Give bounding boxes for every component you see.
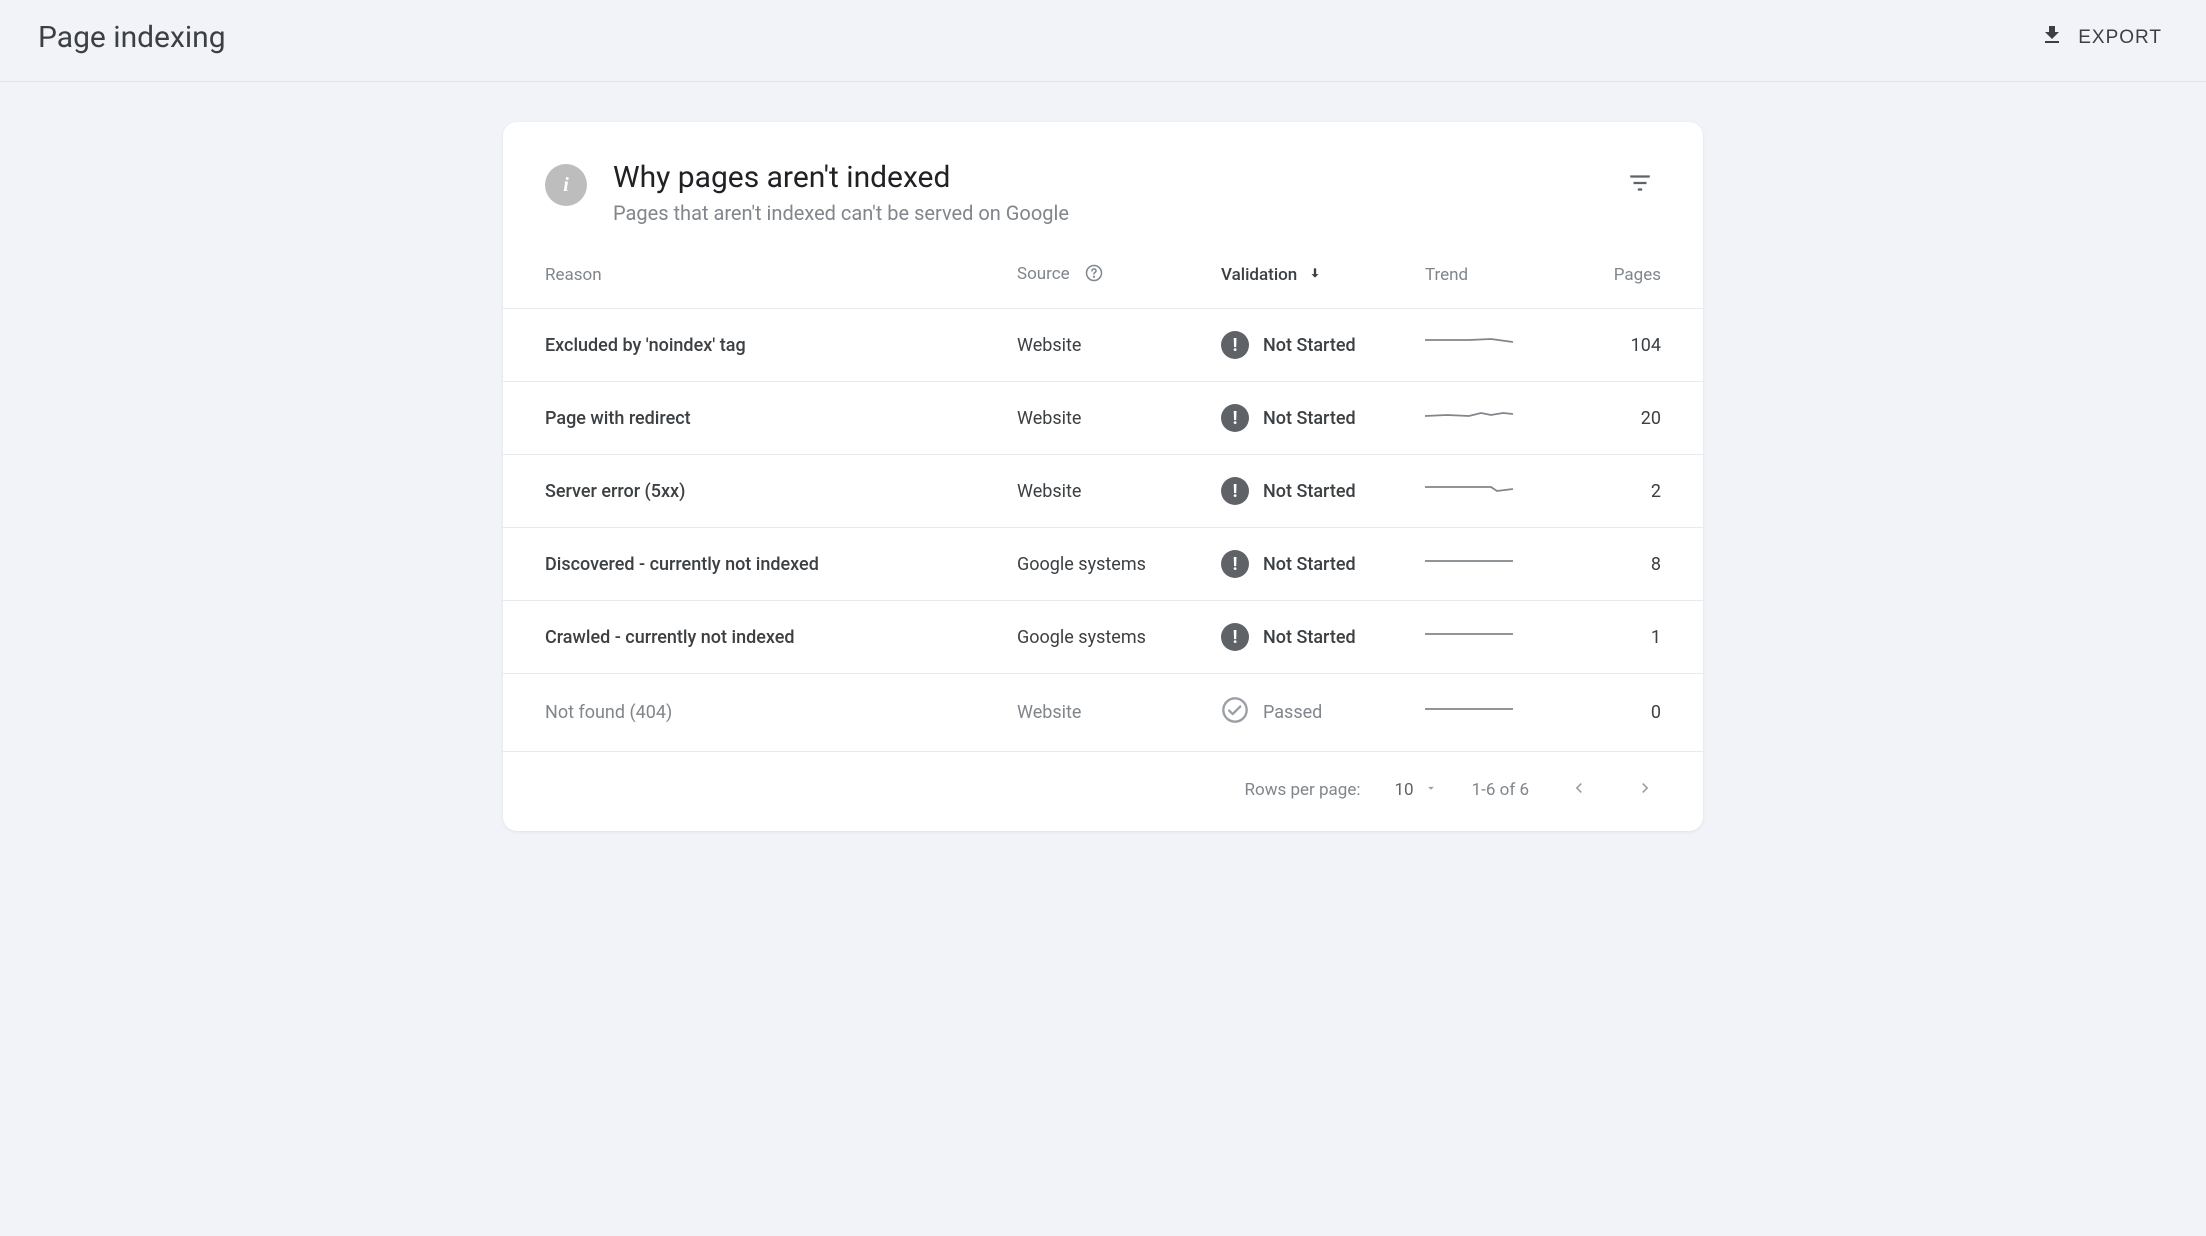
card-subtitle: Pages that aren't indexed can't be serve… [613, 201, 1593, 225]
exclamation-icon: ! [1221, 331, 1249, 359]
exclamation-icon: ! [1221, 623, 1249, 651]
col-pages-header[interactable]: Pages [1559, 243, 1703, 309]
validation-cell: Passed [1211, 674, 1415, 752]
reasons-table: Reason Source Validation Trend [503, 243, 1703, 752]
validation-cell: ! Not Started [1211, 382, 1415, 455]
exclamation-icon: ! [1221, 477, 1249, 505]
trend-cell [1415, 309, 1559, 382]
sparkline-icon [1425, 406, 1513, 426]
arrow-down-icon [1308, 265, 1322, 285]
download-icon [2040, 23, 2064, 53]
card-title: Why pages aren't indexed [613, 160, 1593, 195]
trend-cell [1415, 674, 1559, 752]
source-cell: Website [1007, 382, 1211, 455]
indexing-card: i Why pages aren't indexed Pages that ar… [503, 122, 1703, 831]
source-cell: Website [1007, 309, 1211, 382]
validation-status: Not Started [1263, 627, 1356, 648]
pages-cell: 8 [1559, 528, 1703, 601]
validation-status: Passed [1263, 702, 1322, 723]
reason-cell: Not found (404) [503, 674, 1007, 752]
table-row[interactable]: Server error (5xx)Website! Not Started 2 [503, 455, 1703, 528]
source-cell: Google systems [1007, 528, 1211, 601]
pages-cell: 20 [1559, 382, 1703, 455]
pages-cell: 1 [1559, 601, 1703, 674]
col-reason-header[interactable]: Reason [503, 243, 1007, 309]
col-source-header[interactable]: Source [1007, 243, 1211, 309]
filter-icon [1627, 184, 1653, 199]
chevron-right-icon [1635, 786, 1655, 801]
rows-per-page-select[interactable]: 10 [1394, 780, 1437, 800]
pages-cell: 104 [1559, 309, 1703, 382]
sparkline-icon [1425, 700, 1513, 720]
sparkline-icon [1425, 479, 1513, 499]
page-title: Page indexing [38, 20, 226, 55]
validation-status: Not Started [1263, 554, 1356, 575]
export-label: EXPORT [2078, 27, 2162, 49]
exclamation-icon: ! [1221, 404, 1249, 432]
filter-button[interactable] [1619, 162, 1661, 207]
page-header: Page indexing EXPORT [0, 0, 2206, 82]
next-page-button[interactable] [1629, 772, 1661, 807]
table-row[interactable]: Crawled - currently not indexedGoogle sy… [503, 601, 1703, 674]
help-icon [1084, 271, 1104, 286]
validation-status: Not Started [1263, 408, 1356, 429]
chevron-left-icon [1569, 786, 1589, 801]
table-row[interactable]: Discovered - currently not indexedGoogle… [503, 528, 1703, 601]
rows-per-page-label: Rows per page: [1245, 780, 1361, 800]
dropdown-icon [1424, 780, 1438, 800]
col-trend-header[interactable]: Trend [1415, 243, 1559, 309]
table-row[interactable]: Excluded by 'noindex' tagWebsite! Not Sta… [503, 309, 1703, 382]
reason-cell: Server error (5xx) [503, 455, 1007, 528]
trend-cell [1415, 382, 1559, 455]
pages-cell: 2 [1559, 455, 1703, 528]
col-validation-header[interactable]: Validation [1211, 243, 1415, 309]
reason-cell: Crawled - currently not indexed [503, 601, 1007, 674]
rows-per-page-value: 10 [1394, 780, 1413, 800]
export-button[interactable]: EXPORT [2034, 22, 2168, 54]
sparkline-icon [1425, 333, 1513, 353]
source-cell: Google systems [1007, 601, 1211, 674]
checkmark-icon [1221, 696, 1249, 729]
trend-cell [1415, 455, 1559, 528]
validation-status: Not Started [1263, 335, 1356, 356]
exclamation-icon: ! [1221, 550, 1249, 578]
pagination-range: 1-6 of 6 [1472, 780, 1529, 800]
sparkline-icon [1425, 625, 1513, 645]
validation-cell: ! Not Started [1211, 455, 1415, 528]
pages-cell: 0 [1559, 674, 1703, 752]
info-icon: i [545, 164, 587, 206]
source-cell: Website [1007, 674, 1211, 752]
prev-page-button[interactable] [1563, 772, 1595, 807]
validation-cell: ! Not Started [1211, 309, 1415, 382]
sparkline-icon [1425, 552, 1513, 572]
reason-cell: Discovered - currently not indexed [503, 528, 1007, 601]
trend-cell [1415, 601, 1559, 674]
validation-cell: ! Not Started [1211, 601, 1415, 674]
validation-cell: ! Not Started [1211, 528, 1415, 601]
source-cell: Website [1007, 455, 1211, 528]
card-titles: Why pages aren't indexed Pages that aren… [613, 160, 1593, 225]
pagination: Rows per page: 10 1-6 of 6 [503, 752, 1703, 831]
reason-cell: Page with redirect [503, 382, 1007, 455]
table-row[interactable]: Page with redirectWebsite! Not Started 20 [503, 382, 1703, 455]
validation-status: Not Started [1263, 481, 1356, 502]
reason-cell: Excluded by 'noindex' tag [503, 309, 1007, 382]
card-header: i Why pages aren't indexed Pages that ar… [503, 122, 1703, 243]
trend-cell [1415, 528, 1559, 601]
table-row[interactable]: Not found (404)Website Passed 0 [503, 674, 1703, 752]
source-help-button[interactable] [1084, 263, 1104, 286]
